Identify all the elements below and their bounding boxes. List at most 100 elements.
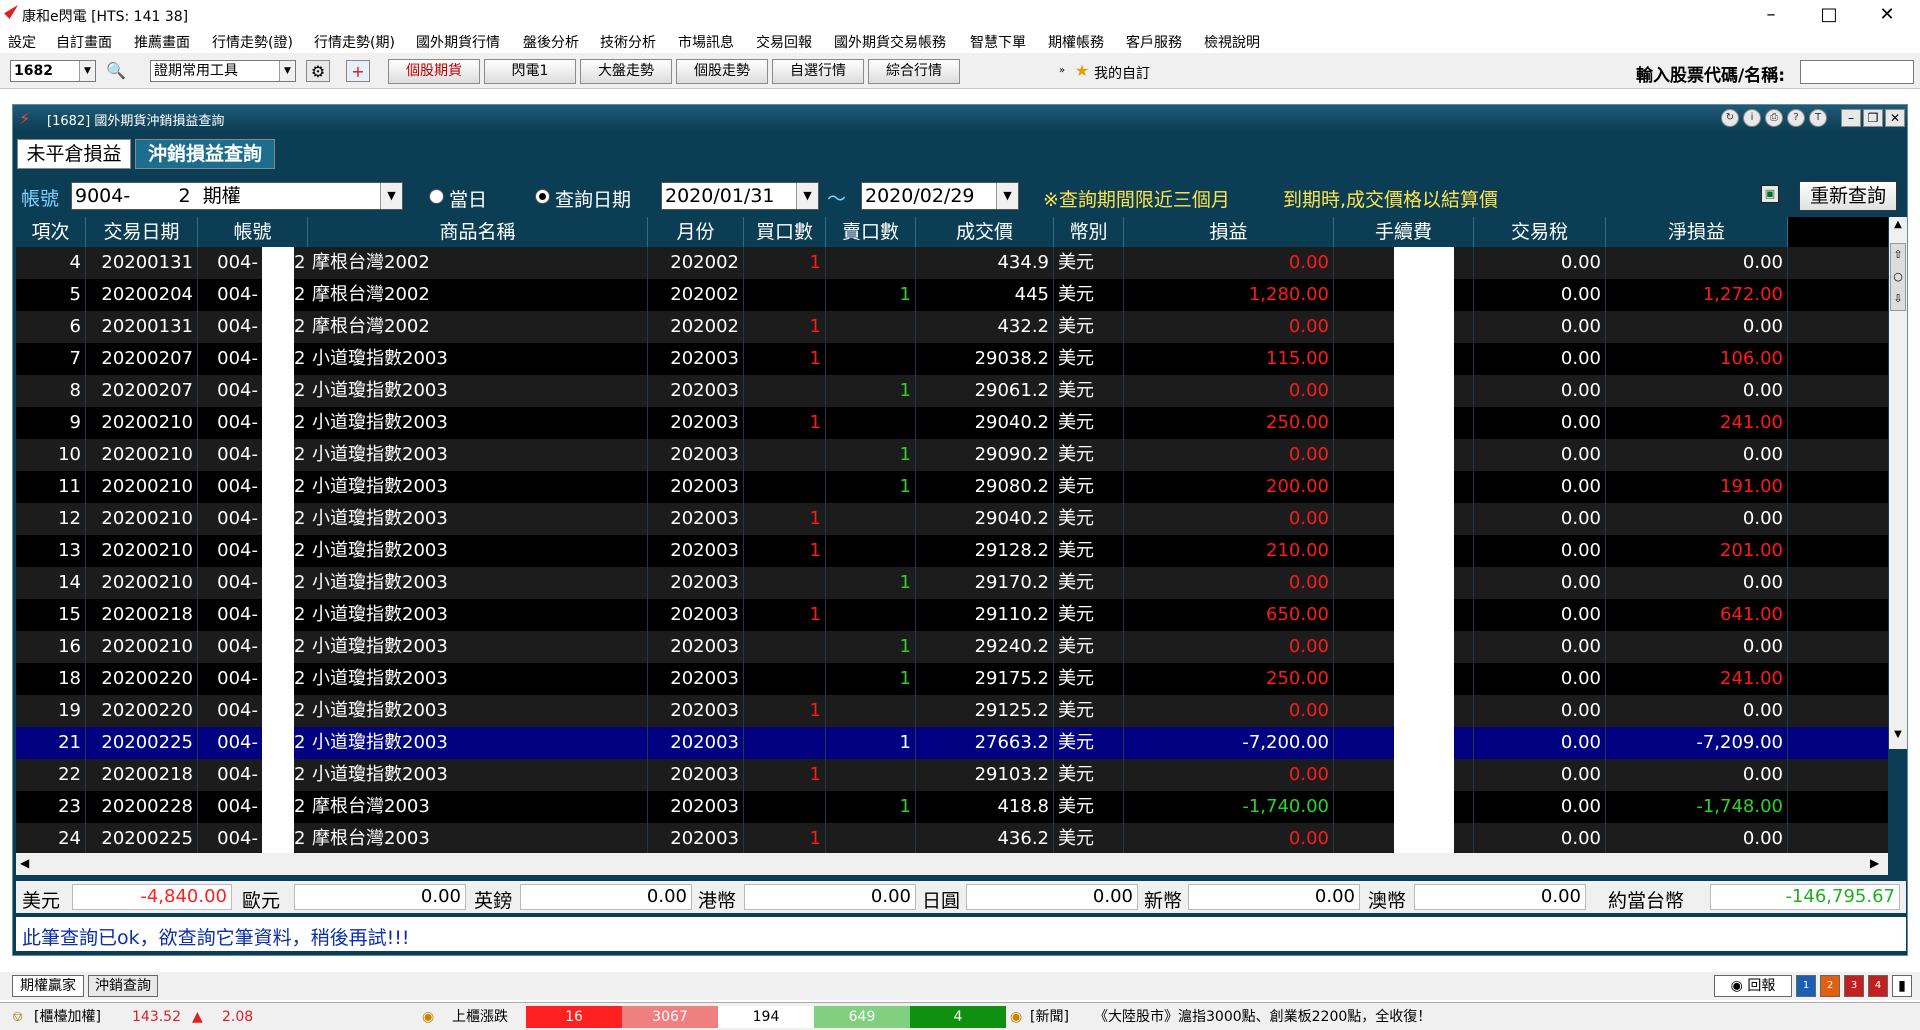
- tab-offset-pl-query[interactable]: 沖銷損益查詢: [135, 139, 275, 169]
- column-header[interactable]: 損益: [1124, 217, 1334, 247]
- toolbar-button-overview[interactable]: 綜合行情: [868, 59, 960, 84]
- column-header[interactable]: 交易稅: [1474, 217, 1606, 247]
- table-row[interactable]: 11 20200210 004- 2 小道瓊指數2003 202003 1 29080.2 美元…: [16, 471, 1888, 503]
- table-row[interactable]: 9 20200210 004- 2 小道瓊指數2003 202003 1 29040.2 美元 2…: [16, 407, 1888, 439]
- requery-button[interactable]: 重新查詢: [1799, 181, 1897, 211]
- inner-close-icon[interactable]: ✕: [1885, 109, 1905, 127]
- toolbar-button-flash1[interactable]: 閃電1: [484, 59, 576, 84]
- table-row[interactable]: 7 20200207 004- 2 小道瓊指數2003 202003 1 29038.2 美元 1…: [16, 343, 1888, 375]
- menu-item[interactable]: 行情走勢(證): [212, 32, 293, 52]
- alert-icon[interactable]: ◉: [1010, 1006, 1022, 1028]
- tab-open-position-pl[interactable]: 未平倉損益: [17, 139, 131, 169]
- chevron-down-icon[interactable]: ▼: [279, 61, 295, 81]
- table-row[interactable]: 12 20200210 004- 2 小道瓊指數2003 202003 1 29040.2 美元…: [16, 503, 1888, 535]
- favorite-link[interactable]: 我的自訂: [1094, 63, 1150, 83]
- layout-2-icon[interactable]: 2: [1820, 975, 1840, 997]
- scroll-left-icon[interactable]: ◀: [20, 856, 29, 870]
- chevron-down-icon[interactable]: ▼: [79, 61, 95, 81]
- column-header[interactable]: 賣口數: [826, 217, 916, 247]
- menu-item[interactable]: 國外期貨行情: [416, 32, 500, 52]
- column-header[interactable]: 成交價: [916, 217, 1054, 247]
- column-header[interactable]: 手續費: [1334, 217, 1474, 247]
- bottom-tab-options-winner[interactable]: 期權贏家: [12, 975, 84, 997]
- toolbar-button-watchlist[interactable]: 自選行情: [772, 59, 864, 84]
- scroll-down-icon[interactable]: ▼: [1891, 729, 1905, 745]
- help-icon[interactable]: ?: [1787, 109, 1805, 127]
- bar-chart-icon[interactable]: ▮: [1892, 975, 1912, 997]
- layout-1-icon[interactable]: 1: [1796, 975, 1816, 997]
- date-to-picker[interactable]: 2020/02/29 ▼: [861, 182, 1019, 210]
- table-row[interactable]: 16 20200210 004- 2 小道瓊指數2003 202003 1 29240.2 美元…: [16, 631, 1888, 663]
- function-code-combo[interactable]: 1682 ▼: [10, 60, 96, 82]
- inner-minimize-icon[interactable]: –: [1841, 109, 1861, 127]
- table-row-selected[interactable]: 21 20200225 004- 2 小道瓊指數2003 202003 1 27663.2 美元…: [16, 727, 1888, 759]
- menu-item[interactable]: 設定: [8, 32, 36, 52]
- column-header[interactable]: 月份: [648, 217, 744, 247]
- table-row[interactable]: 4 20200131 004- 2 摩根台灣2002 202002 1 434.9 美元 0.00…: [16, 247, 1888, 279]
- news-text[interactable]: 《大陸股市》滬指3000點、創業板2200點，全收復！: [1094, 1006, 1431, 1028]
- add-window-icon[interactable]: +: [346, 60, 370, 82]
- column-header[interactable]: 商品名稱: [308, 217, 648, 247]
- menu-item[interactable]: 交易回報: [756, 32, 812, 52]
- tools-icon[interactable]: ⚙: [306, 60, 330, 82]
- refresh-icon[interactable]: ↻: [1721, 109, 1739, 127]
- pin-icon[interactable]: T: [1809, 109, 1827, 127]
- scroll-up-icon[interactable]: ▲: [1891, 219, 1905, 235]
- vertical-scrollbar[interactable]: ▲ ⇧ ○ ⇩ ▼: [1889, 217, 1907, 749]
- scroll-thumb[interactable]: ⇧ ○ ⇩: [1890, 243, 1906, 311]
- today-radio[interactable]: [429, 189, 444, 204]
- table-row[interactable]: 19 20200220 004- 2 小道瓊指數2003 202003 1 29125.2 美元…: [16, 695, 1888, 727]
- scroll-right-icon[interactable]: ▶: [1870, 856, 1879, 870]
- table-row[interactable]: 24 20200225 004- 2 摩根台灣2003 202003 1 436.2 美元 0.0…: [16, 823, 1888, 855]
- table-row[interactable]: 15 20200218 004- 2 小道瓊指數2003 202003 1 29110.2 美元…: [16, 599, 1888, 631]
- menu-item[interactable]: 盤後分析: [523, 32, 579, 52]
- toolbar-button-stock-trend[interactable]: 個股走勢: [676, 59, 768, 84]
- menu-item[interactable]: 期權帳務: [1048, 32, 1104, 52]
- table-row[interactable]: 23 20200228 004- 2 摩根台灣2003 202003 1 418.8 美元 -1,…: [16, 791, 1888, 823]
- horizontal-scrollbar[interactable]: ◀ ▶: [16, 853, 1888, 875]
- table-row[interactable]: 6 20200131 004- 2 摩根台灣2002 202002 1 432.2 美元 0.00…: [16, 311, 1888, 343]
- query-date-radio[interactable]: [535, 189, 550, 204]
- menu-item[interactable]: 檢視說明: [1204, 32, 1260, 52]
- close-icon[interactable]: ✕: [1864, 2, 1910, 28]
- export-icon[interactable]: ▣: [1761, 185, 1779, 203]
- table-row[interactable]: 18 20200220 004- 2 小道瓊指數2003 202003 1 29175.2 美元…: [16, 663, 1888, 695]
- menu-item[interactable]: 推薦畫面: [134, 32, 190, 52]
- account-combo[interactable]: 9004- 2 期權 ▼: [71, 182, 403, 210]
- column-header[interactable]: 淨損益: [1606, 217, 1788, 247]
- alert-icon[interactable]: ◉: [422, 1006, 434, 1028]
- layout-3-icon[interactable]: 3: [1844, 975, 1864, 997]
- table-row[interactable]: 5 20200204 004- 2 摩根台灣2002 202002 1 445 美元 1,280.…: [16, 279, 1888, 311]
- menu-item[interactable]: 自訂畫面: [56, 32, 112, 52]
- menu-item[interactable]: 市場訊息: [678, 32, 734, 52]
- tool-combo[interactable]: 證期常用工具 ▼: [150, 60, 296, 82]
- report-button[interactable]: ◉ 回報: [1714, 975, 1792, 997]
- column-header[interactable]: 幣別: [1054, 217, 1124, 247]
- menu-item[interactable]: 行情走勢(期): [314, 32, 395, 52]
- menu-item[interactable]: 客戶服務: [1126, 32, 1182, 52]
- column-header[interactable]: 帳號: [198, 217, 308, 247]
- inner-restore-icon[interactable]: ❐: [1863, 109, 1883, 127]
- table-row[interactable]: 22 20200218 004- 2 小道瓊指數2003 202003 1 29103.2 美元…: [16, 759, 1888, 791]
- date-from-picker[interactable]: 2020/01/31 ▼: [661, 182, 819, 210]
- table-row[interactable]: 14 20200210 004- 2 小道瓊指數2003 202003 1 29170.2 美元…: [16, 567, 1888, 599]
- print-icon[interactable]: ⎙: [1765, 109, 1783, 127]
- chevron-down-icon[interactable]: ▼: [796, 183, 818, 209]
- table-row[interactable]: 10 20200210 004- 2 小道瓊指數2003 202003 1 29090.2 美元…: [16, 439, 1888, 471]
- info-icon[interactable]: i: [1743, 109, 1761, 127]
- maximize-icon[interactable]: □: [1806, 2, 1852, 28]
- menu-item[interactable]: 國外期貨交易帳務: [834, 32, 946, 52]
- column-header[interactable]: 項次: [16, 217, 86, 247]
- column-header[interactable]: 買口數: [744, 217, 826, 247]
- chevron-down-icon[interactable]: ▼: [996, 183, 1018, 209]
- chevron-down-icon[interactable]: ▼: [380, 183, 402, 209]
- toolbar-button-stock-futures[interactable]: 個股期貨: [388, 59, 480, 84]
- table-row[interactable]: 8 20200207 004- 2 小道瓊指數2003 202003 1 29061.2 美元 0…: [16, 375, 1888, 407]
- search-icon[interactable]: 🔍: [104, 60, 128, 82]
- table-row[interactable]: 13 20200210 004- 2 小道瓊指數2003 202003 1 29128.2 美元…: [16, 535, 1888, 567]
- stock-code-input[interactable]: [1800, 60, 1914, 84]
- column-header[interactable]: 交易日期: [86, 217, 198, 247]
- bottom-tab-offset-query[interactable]: 沖銷查詢: [88, 975, 158, 997]
- layout-4-icon[interactable]: 4: [1868, 975, 1888, 997]
- toolbar-button-market-trend[interactable]: 大盤走勢: [580, 59, 672, 84]
